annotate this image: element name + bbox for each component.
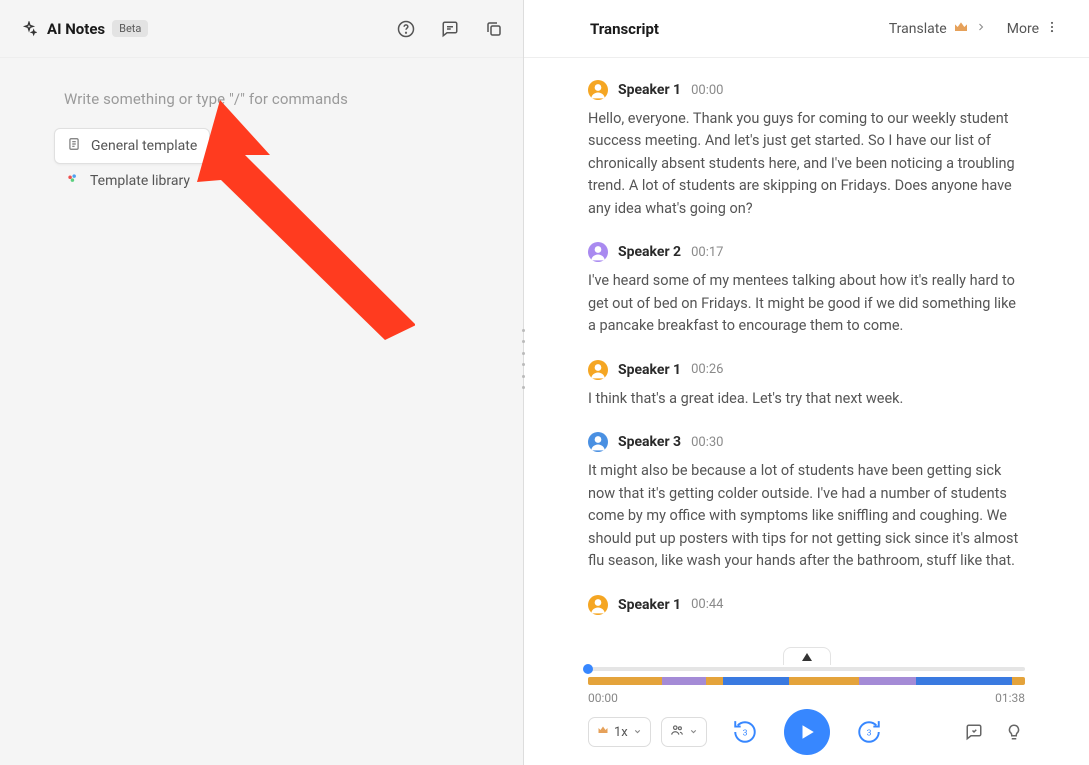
segment-timestamp: 00:26 — [691, 362, 723, 377]
segment-timestamp: 00:30 — [691, 435, 723, 450]
chevron-right-icon — [975, 21, 987, 37]
svg-text:3: 3 — [866, 728, 871, 738]
beta-badge: Beta — [112, 20, 148, 37]
segment-text: I've heard some of my mentees talking ab… — [588, 270, 1025, 337]
speaker-name: Speaker 1 — [618, 82, 681, 98]
transcript-segment[interactable]: Speaker 3 00:30 It might also be because a… — [588, 432, 1025, 572]
right-header: Transcript Translate More — [524, 0, 1089, 58]
more-vertical-icon — [1045, 20, 1059, 38]
translate-button[interactable]: Translate — [889, 19, 987, 39]
timeline-segment[interactable] — [859, 677, 916, 685]
speaker-name: Speaker 1 — [618, 362, 681, 378]
speaker-avatar — [588, 595, 608, 615]
chevron-down-icon — [689, 725, 698, 740]
timeline-segment[interactable] — [588, 677, 662, 685]
timeline-segment[interactable] — [916, 677, 1012, 685]
speaker-avatar — [588, 80, 608, 100]
more-button[interactable]: More — [1007, 20, 1059, 38]
segment-text: It might also be because a lot of studen… — [588, 460, 1025, 572]
ai-notes-title: AI Notes — [47, 20, 105, 38]
player-expand-tab[interactable] — [783, 647, 831, 665]
play-icon — [798, 723, 816, 741]
template-library-item[interactable]: Template library — [54, 164, 202, 198]
copy-stack-icon[interactable] — [483, 18, 505, 40]
people-icon — [670, 723, 684, 741]
comment-icon[interactable] — [439, 18, 461, 40]
transcript-title: Transcript — [590, 20, 659, 38]
speaker-name: Speaker 2 — [618, 244, 681, 260]
speaker-avatar — [588, 242, 608, 262]
transcript-segment[interactable]: Speaker 1 00:26 I think that's a great ide… — [588, 360, 1025, 410]
crown-icon — [597, 724, 609, 740]
segment-timestamp: 00:00 — [691, 83, 723, 98]
speaker-timeline[interactable] — [588, 677, 1025, 685]
editor-placeholder[interactable]: Write something or type "/" for commands — [18, 76, 505, 122]
forward-3-button[interactable]: 3 — [854, 717, 884, 747]
timeline-segment[interactable] — [789, 677, 859, 685]
sparkle-icon — [18, 18, 40, 40]
template-list: General template Template library — [18, 128, 505, 198]
segment-text: Hello, everyone. Thank you guys for comi… — [588, 108, 1025, 220]
crown-icon — [953, 19, 969, 39]
template-label: General template — [91, 138, 197, 154]
resize-handle[interactable] — [521, 329, 526, 389]
speaker-avatar — [588, 432, 608, 452]
chevron-up-icon — [802, 653, 812, 661]
progress-knob[interactable] — [583, 664, 593, 674]
speaker-avatar — [588, 360, 608, 380]
timeline-segment[interactable] — [662, 677, 706, 685]
doc-icon — [67, 137, 81, 155]
general-template-item[interactable]: General template — [54, 128, 210, 164]
play-button[interactable] — [784, 709, 830, 755]
help-icon[interactable] — [395, 18, 417, 40]
time-duration: 01:38 — [995, 691, 1025, 705]
segment-timestamp: 00:44 — [691, 597, 723, 612]
ai-notes-brand: AI Notes Beta — [18, 18, 148, 40]
timeline-segment[interactable] — [1012, 677, 1025, 685]
timeline-segment[interactable] — [723, 677, 789, 685]
transcript-body: Speaker 1 00:00 Hello, everyone. Thank you… — [524, 58, 1089, 657]
svg-text:3: 3 — [742, 728, 747, 738]
segment-timestamp: 00:17 — [691, 245, 723, 260]
transcript-segment[interactable]: Speaker 1 00:00 Hello, everyone. Thank you… — [588, 80, 1025, 220]
time-current: 00:00 — [588, 691, 618, 705]
speaker-filter-button[interactable] — [661, 717, 707, 747]
speed-button[interactable]: 1x — [588, 717, 651, 747]
palette-icon — [66, 172, 80, 190]
template-label: Template library — [90, 173, 190, 189]
player: 00:00 01:38 1x — [524, 657, 1089, 765]
segment-text: I think that's a great idea. Let's try t… — [588, 388, 1025, 410]
progress-track[interactable] — [588, 667, 1025, 671]
bookmark-icon[interactable] — [963, 721, 985, 743]
speaker-name: Speaker 1 — [618, 597, 681, 613]
transcript-segment[interactable]: Speaker 1 00:44 — [588, 595, 1025, 615]
timeline-segment[interactable] — [706, 677, 723, 685]
lightbulb-icon[interactable] — [1003, 721, 1025, 743]
speaker-name: Speaker 3 — [618, 434, 681, 450]
left-header: AI Notes Beta — [0, 0, 523, 58]
rewind-3-button[interactable]: 3 — [730, 717, 760, 747]
chevron-down-icon — [633, 725, 642, 740]
transcript-segment[interactable]: Speaker 2 00:17 I've heard some of my ment… — [588, 242, 1025, 337]
